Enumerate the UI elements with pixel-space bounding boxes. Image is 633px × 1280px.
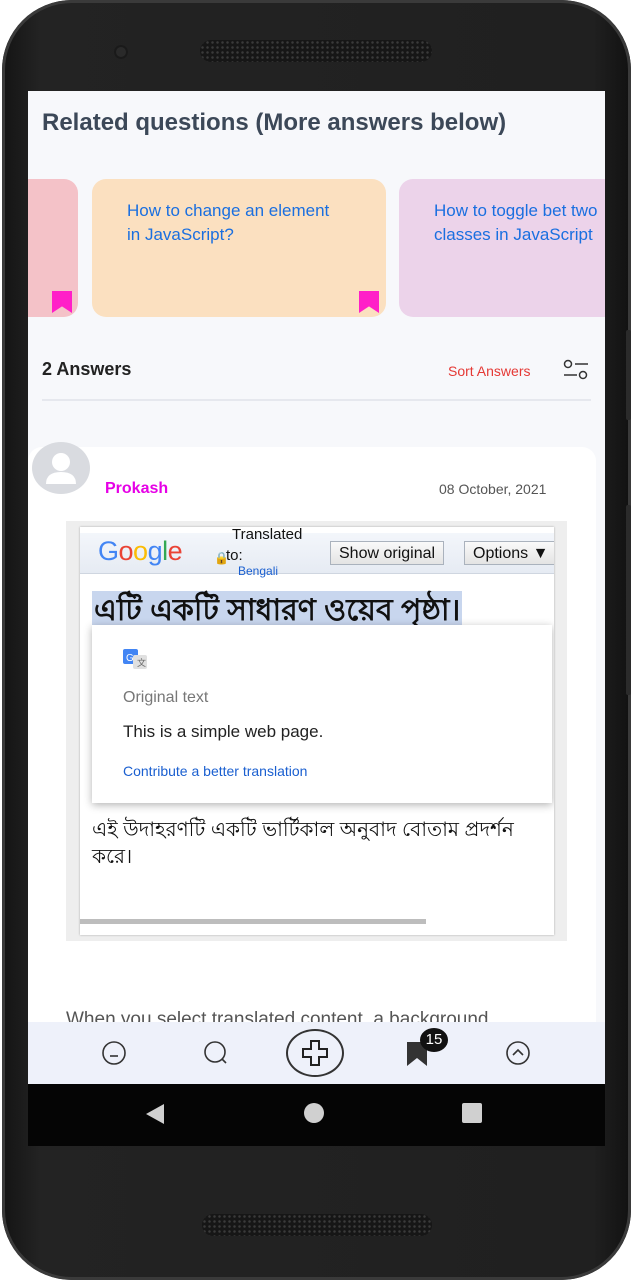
- add-button[interactable]: [286, 1029, 344, 1077]
- answers-count: 2 Answers: [42, 359, 132, 379]
- user-icon: [46, 453, 76, 484]
- related-question-card[interactable]: How to toggle bet two classes in JavaScr…: [399, 179, 605, 317]
- google-translate-icon: G 文: [123, 649, 147, 669]
- back-icon[interactable]: [146, 1104, 164, 1124]
- contribute-translation-link: Contribute a better translation: [123, 763, 308, 779]
- bookmark-count-badge: 15: [420, 1028, 448, 1052]
- answer-date: 08 October, 2021: [439, 481, 547, 497]
- show-original-button: Show original: [330, 541, 445, 565]
- avatar[interactable]: [32, 442, 90, 494]
- scrollbar: [80, 919, 426, 924]
- svg-text:G: G: [126, 653, 134, 664]
- bookmark-icon[interactable]: [359, 291, 379, 313]
- translated-page-screenshot: Google 🔒 Translated to: Bengali Show ori…: [80, 527, 554, 935]
- original-text-label: Original text: [123, 689, 209, 706]
- sort-filter-icon[interactable]: [562, 359, 590, 381]
- scroll-top-icon[interactable]: [505, 1040, 531, 1066]
- options-button: Options ▼: [464, 541, 554, 565]
- bookmark-icon[interactable]: [52, 291, 72, 313]
- recent-apps-icon[interactable]: [462, 1103, 482, 1123]
- original-text-popup: G 文 Original text This is a simple web p…: [92, 625, 552, 803]
- svg-text:文: 文: [137, 657, 146, 668]
- translated-paragraph: এই উদাহরণটি একটি ভার্টিকাল অনুবাদ বোতাম …: [92, 819, 514, 868]
- power-button: [626, 505, 631, 695]
- home-circle-icon[interactable]: [304, 1103, 324, 1123]
- related-questions-title: Related questions (More answers below): [42, 109, 507, 136]
- answer-image: Google 🔒 Translated to: Bengali Show ori…: [66, 521, 567, 941]
- front-camera: [114, 45, 128, 59]
- google-translate-bar: Google 🔒 Translated to: Bengali Show ori…: [80, 527, 554, 578]
- related-question-text[interactable]: How to change an element in JavaScript?: [127, 199, 347, 247]
- related-question-card[interactable]: [28, 179, 78, 317]
- related-question-text[interactable]: How to toggle bet two classes in JavaScr…: [434, 199, 605, 247]
- original-text: This is a simple web page.: [123, 722, 324, 741]
- android-nav-bar: [28, 1084, 605, 1146]
- search-icon[interactable]: [203, 1040, 229, 1066]
- author-name[interactable]: Prokash: [105, 480, 168, 498]
- to-label: to:: [226, 547, 243, 564]
- bottom-nav: 15: [28, 1022, 605, 1084]
- top-speaker: [200, 40, 432, 62]
- sort-answers-link[interactable]: Sort Answers: [448, 363, 530, 379]
- language-select: Bengali: [238, 564, 279, 578]
- related-question-card[interactable]: How to change an element in JavaScript?: [92, 179, 386, 317]
- divider: [42, 399, 591, 401]
- app-screen: Related questions (More answers below) H…: [28, 91, 605, 1084]
- google-logo: Google: [98, 536, 183, 566]
- translated-label: Translated: [232, 527, 303, 543]
- bottom-speaker: [202, 1214, 432, 1236]
- volume-button: [626, 330, 631, 420]
- home-icon[interactable]: [101, 1040, 127, 1066]
- add-icon: [302, 1040, 328, 1066]
